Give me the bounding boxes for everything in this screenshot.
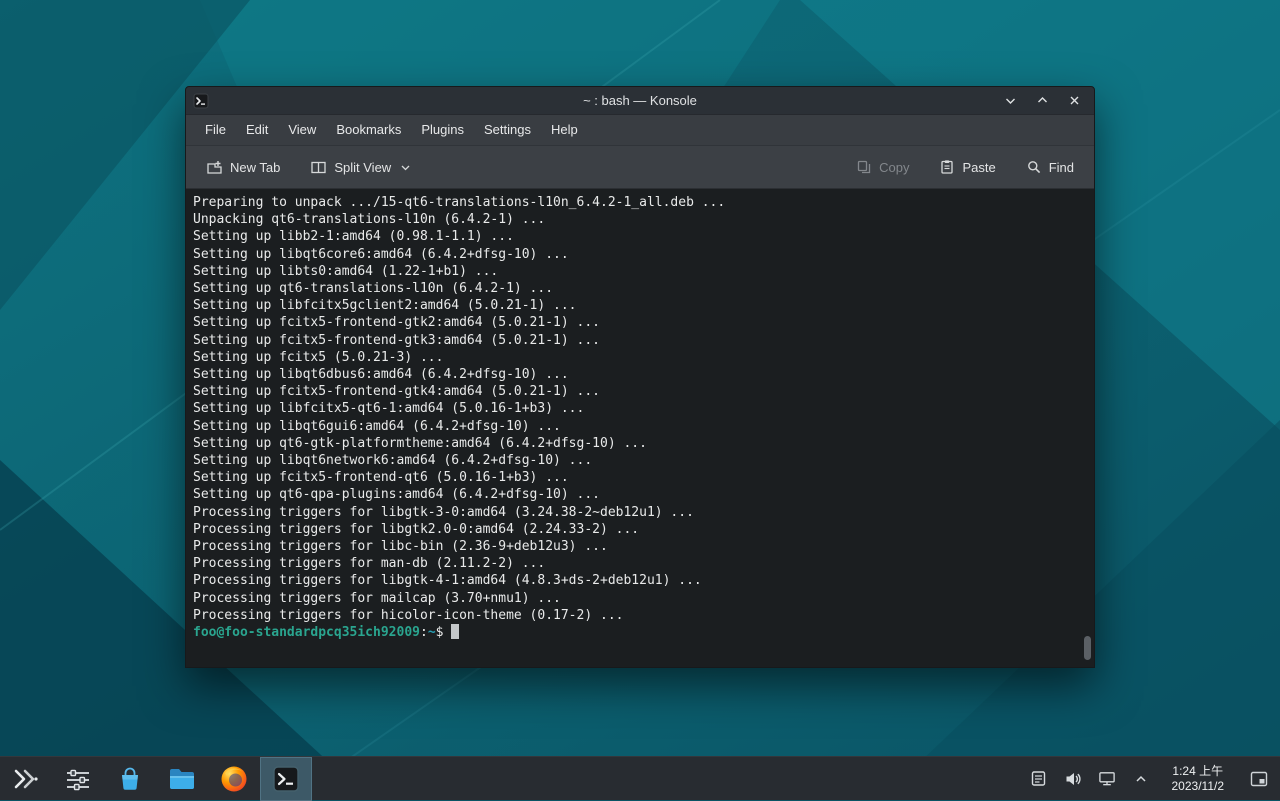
terminal-line: Setting up libfcitx5-qt6-1:amd64 (5.0.16… (193, 400, 1080, 417)
new-tab-label: New Tab (230, 160, 280, 175)
prompt-colon: : (420, 625, 428, 640)
prompt-line: foo@foo-standardpcq35ich92009:~$ (193, 624, 1080, 641)
terminal-line: Setting up fcitx5-frontend-gtk2:amd64 (5… (193, 314, 1080, 331)
toolbar: New Tab Split View Copy (186, 146, 1094, 189)
terminal-cursor (451, 624, 459, 639)
system-tray: 1:24 上午 2023/11/2 (1030, 757, 1280, 800)
maximize-button[interactable] (1035, 94, 1049, 108)
terminal-line: Setting up libqt6gui6:amd64 (6.4.2+dfsg-… (193, 418, 1080, 435)
terminal-line: Setting up libqt6core6:amd64 (6.4.2+dfsg… (193, 246, 1080, 263)
sliders-icon (65, 767, 91, 791)
menu-settings[interactable]: Settings (474, 115, 541, 145)
new-tab-icon (206, 159, 223, 176)
menu-edit[interactable]: Edit (236, 115, 278, 145)
terminal-line: Setting up qt6-translations-l10n (6.4.2-… (193, 280, 1080, 297)
menu-help[interactable]: Help (541, 115, 588, 145)
terminal-line: Setting up libts0:amd64 (1.22-1+b1) ... (193, 263, 1080, 280)
clock-date: 2023/11/2 (1172, 779, 1225, 794)
terminal-line: Processing triggers for libgtk2.0-0:amd6… (193, 521, 1080, 538)
terminal-line: Processing triggers for libc-bin (2.36-9… (193, 538, 1080, 555)
notifications-icon[interactable] (1030, 770, 1048, 788)
digital-clock[interactable]: 1:24 上午 2023/11/2 (1166, 764, 1231, 794)
prompt-user-host: foo@foo-standardpcq35ich92009 (193, 625, 420, 640)
terminal-scrollbar-thumb[interactable] (1084, 636, 1091, 660)
minimize-button[interactable] (1003, 94, 1017, 108)
split-view-button[interactable]: Split View (302, 152, 419, 183)
folder-icon (168, 767, 196, 791)
terminal-line: Unpacking qt6-translations-l10n (6.4.2-1… (193, 211, 1080, 228)
konsole-app-icon (193, 93, 209, 109)
menu-file[interactable]: File (195, 115, 236, 145)
task-switcher-settings-button[interactable] (52, 757, 104, 801)
terminal-line: Processing triggers for libgtk-4-1:amd64… (193, 572, 1080, 589)
file-manager-button[interactable] (156, 757, 208, 801)
close-button[interactable] (1067, 94, 1081, 108)
terminal-line: Preparing to unpack .../15-qt6-translati… (193, 194, 1080, 211)
terminal-line: Processing triggers for libgtk-3-0:amd64… (193, 504, 1080, 521)
discover-button[interactable] (104, 757, 156, 801)
firefox-icon (220, 765, 248, 793)
firefox-button[interactable] (208, 757, 260, 801)
terminal-line: Setting up fcitx5-frontend-qt6 (5.0.16-1… (193, 469, 1080, 486)
prompt-path: ~ (428, 625, 436, 640)
konsole-window: ~ : bash — Konsole FileEditViewBookmarks… (185, 86, 1095, 668)
show-desktop-button[interactable] (1246, 757, 1272, 801)
terminal-line: Setting up libb2-1:amd64 (0.98.1-1.1) ..… (193, 228, 1080, 245)
paste-label: Paste (962, 160, 995, 175)
paste-button[interactable]: Paste (931, 152, 1003, 182)
chevron-down-icon (400, 162, 411, 173)
terminal-line: Setting up qt6-gtk-platformtheme:amd64 (… (193, 435, 1080, 452)
terminal-line: Processing triggers for man-db (2.11.2-2… (193, 555, 1080, 572)
terminal-line: Setting up fcitx5-frontend-gtk3:amd64 (5… (193, 332, 1080, 349)
split-view-label: Split View (334, 160, 391, 175)
copy-label: Copy (879, 160, 909, 175)
show-desktop-icon (1250, 771, 1268, 787)
konsole-task-button[interactable] (260, 757, 312, 801)
menu-plugins[interactable]: Plugins (411, 115, 474, 145)
terminal-view[interactable]: Preparing to unpack .../15-qt6-translati… (186, 189, 1094, 667)
menu-bookmarks[interactable]: Bookmarks (326, 115, 411, 145)
terminal-line: Setting up libfcitx5gclient2:amd64 (5.0.… (193, 297, 1080, 314)
terminal-output: Preparing to unpack .../15-qt6-translati… (193, 194, 1080, 624)
split-view-icon (310, 159, 327, 176)
konsole-task-icon (272, 765, 300, 793)
find-icon (1026, 159, 1042, 175)
find-button[interactable]: Find (1018, 152, 1082, 182)
terminal-line: Setting up qt6-qpa-plugins:amd64 (6.4.2+… (193, 486, 1080, 503)
discover-icon (117, 766, 143, 792)
find-label: Find (1049, 160, 1074, 175)
terminal-line: Setting up libqt6network6:amd64 (6.4.2+d… (193, 452, 1080, 469)
menu-bar: FileEditViewBookmarksPluginsSettingsHelp (186, 115, 1094, 146)
terminal-line: Setting up libqt6dbus6:amd64 (6.4.2+dfsg… (193, 366, 1080, 383)
terminal-line: Setting up fcitx5 (5.0.21-3) ... (193, 349, 1080, 366)
prompt-dollar: $ (436, 625, 444, 640)
terminal-line: Setting up fcitx5-frontend-gtk4:amd64 (5… (193, 383, 1080, 400)
application-launcher-icon (13, 768, 39, 790)
terminal-line: Processing triggers for mailcap (3.70+nm… (193, 590, 1080, 607)
menu-view[interactable]: View (278, 115, 326, 145)
expand-tray-icon[interactable] (1132, 770, 1150, 788)
terminal-scrollbar[interactable] (1083, 191, 1092, 665)
window-titlebar[interactable]: ~ : bash — Konsole (186, 87, 1094, 115)
network-icon[interactable] (1098, 770, 1116, 788)
terminal-line: Processing triggers for hicolor-icon-the… (193, 607, 1080, 624)
paste-icon (939, 159, 955, 175)
copy-icon (856, 159, 872, 175)
copy-button[interactable]: Copy (848, 152, 917, 182)
application-launcher-button[interactable] (0, 757, 52, 801)
taskbar-panel: 1:24 上午 2023/11/2 (0, 756, 1280, 800)
window-title: ~ : bash — Konsole (186, 93, 1094, 108)
clock-time: 1:24 上午 (1172, 764, 1225, 779)
new-tab-button[interactable]: New Tab (198, 152, 288, 183)
volume-icon[interactable] (1064, 770, 1082, 788)
